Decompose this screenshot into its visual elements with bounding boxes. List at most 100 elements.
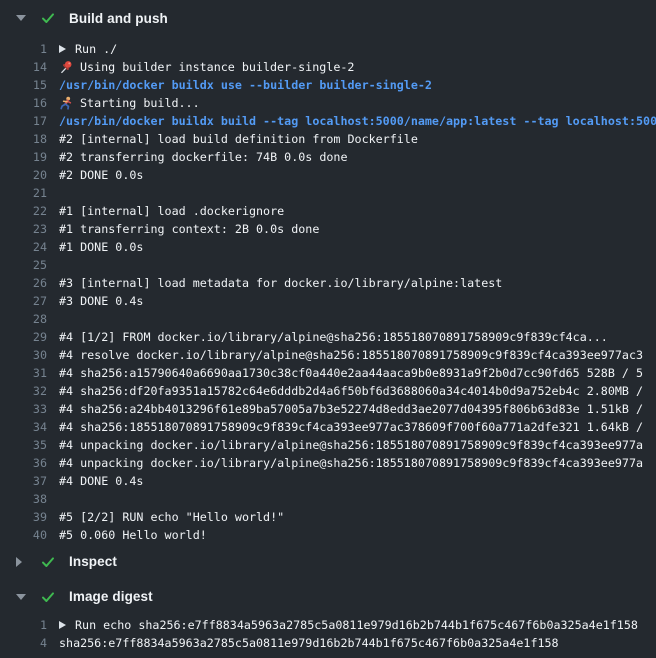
line-number: 27	[0, 294, 47, 308]
log-text: #4 unpacking docker.io/library/alpine@sh…	[59, 438, 643, 452]
log-line: 33 #4 sha256:a24bb4013296f61e89ba57005a7…	[0, 400, 656, 418]
line-number: 40	[0, 528, 47, 542]
log-line: 36 #4 unpacking docker.io/library/alpine…	[0, 454, 656, 472]
line-number: 31	[0, 366, 47, 380]
line-number: 24	[0, 240, 47, 254]
line-number: 36	[0, 456, 47, 470]
log-line: 14 Using builder instance builder-single…	[0, 58, 656, 76]
run-group-triangle-icon	[59, 621, 66, 629]
log-text: #2 DONE 0.0s	[59, 168, 143, 182]
log-section: Inspect	[0, 544, 656, 579]
log-line[interactable]: 1 Run ./	[0, 40, 656, 58]
log-text: #4 sha256:df20fa9351a15782c64e6dddb2d4a6…	[59, 384, 643, 398]
log-line: 20 #2 DONE 0.0s	[0, 166, 656, 184]
log-line: 16 Starting build...	[0, 94, 656, 112]
log-line: 21	[0, 184, 656, 202]
line-number: 39	[0, 510, 47, 524]
line-number: 32	[0, 384, 47, 398]
log-text: #4 DONE 0.4s	[59, 474, 143, 488]
log-line: 29 #4 [1/2] FROM docker.io/library/alpin…	[0, 328, 656, 346]
log-text: Starting build...	[80, 96, 200, 110]
log-text: /usr/bin/docker buildx use --builder bui…	[59, 78, 432, 92]
log-text: #3 [internal] load metadata for docker.i…	[59, 276, 502, 290]
log-text: #2 [internal] load build definition from…	[59, 132, 418, 146]
line-number: 34	[0, 420, 47, 434]
log-text: #5 0.060 Hello world!	[59, 528, 207, 542]
line-number: 37	[0, 474, 47, 488]
section-header-build-and-push[interactable]: Build and push	[0, 0, 656, 36]
line-number: 16	[0, 96, 47, 110]
chevron-right-icon	[16, 557, 28, 567]
line-number: 20	[0, 168, 47, 182]
log-text: /usr/bin/docker buildx build --tag local…	[59, 114, 656, 128]
log-text: Using builder instance builder-single-2	[80, 60, 354, 74]
log-line: 24 #1 DONE 0.0s	[0, 238, 656, 256]
log-line: 18 #2 [internal] load build definition f…	[0, 130, 656, 148]
log-text: #4 sha256:185518070891758909c9f839cf4ca3…	[59, 420, 643, 434]
log-line: 15 /usr/bin/docker buildx use --builder …	[0, 76, 656, 94]
log-text: #1 [internal] load .dockerignore	[59, 204, 284, 218]
log-section: Image digest 1 Run echo sha256:e7ff8834a…	[0, 579, 656, 652]
section-title: Build and push	[69, 11, 168, 26]
section-header-image-digest[interactable]: Image digest	[0, 579, 656, 614]
section-body: 1 Run echo sha256:e7ff8834a5963a2785c5a0…	[0, 614, 656, 652]
line-number: 17	[0, 114, 47, 128]
section-title: Image digest	[69, 589, 153, 604]
log-text: #4 sha256:a24bb4013296f61e89ba57005a7b3e…	[59, 402, 643, 416]
log-line: 28	[0, 310, 656, 328]
line-number: 28	[0, 312, 47, 326]
log-text: #5 [2/2] RUN echo "Hello world!"	[59, 510, 284, 524]
log-line: 30 #4 resolve docker.io/library/alpine@s…	[0, 346, 656, 364]
log-line[interactable]: 1 Run echo sha256:e7ff8834a5963a2785c5a0…	[0, 616, 656, 634]
log-line: 22 #1 [internal] load .dockerignore	[0, 202, 656, 220]
run-group-triangle-icon	[59, 45, 66, 53]
log-text: #3 DONE 0.4s	[59, 294, 143, 308]
section-title: Inspect	[69, 554, 117, 569]
log-text: Run echo sha256:e7ff8834a5963a2785c5a081…	[75, 618, 638, 632]
log-line: 40 #5 0.060 Hello world!	[0, 526, 656, 544]
log-line: 17 /usr/bin/docker buildx build --tag lo…	[0, 112, 656, 130]
log-text: sha256:e7ff8834a5963a2785c5a0811e979d16b…	[59, 636, 559, 650]
log-line: 32 #4 sha256:df20fa9351a15782c64e6dddb2d…	[0, 382, 656, 400]
log-line: 39 #5 [2/2] RUN echo "Hello world!"	[0, 508, 656, 526]
chevron-down-icon	[16, 15, 28, 21]
check-icon	[40, 10, 56, 26]
log-text: #2 transferring dockerfile: 74B 0.0s don…	[59, 150, 348, 164]
log-line: 19 #2 transferring dockerfile: 74B 0.0s …	[0, 148, 656, 166]
log-line: 27 #3 DONE 0.4s	[0, 292, 656, 310]
log-line: 31 #4 sha256:a15790640a6690aa1730c38cf0a…	[0, 364, 656, 382]
log-line: 4 sha256:e7ff8834a5963a2785c5a0811e979d1…	[0, 634, 656, 652]
line-number: 18	[0, 132, 47, 146]
line-number: 22	[0, 204, 47, 218]
line-number: 4	[0, 636, 47, 650]
section-header-inspect[interactable]: Inspect	[0, 544, 656, 579]
line-number: 1	[0, 618, 47, 632]
chevron-down-icon	[16, 594, 28, 600]
line-number: 35	[0, 438, 47, 452]
log-line: 23 #1 transferring context: 2B 0.0s done	[0, 220, 656, 238]
log-text: Run ./	[75, 42, 117, 56]
line-number: 23	[0, 222, 47, 236]
section-body: 1 Run ./ 14 Using builder instance build…	[0, 36, 656, 544]
log-text: #1 DONE 0.0s	[59, 240, 143, 254]
line-number: 26	[0, 276, 47, 290]
check-icon	[40, 589, 56, 605]
log-line: 35 #4 unpacking docker.io/library/alpine…	[0, 436, 656, 454]
log-line: 38	[0, 490, 656, 508]
log-text: #4 unpacking docker.io/library/alpine@sh…	[59, 456, 643, 470]
line-number: 38	[0, 492, 47, 506]
line-number: 14	[0, 60, 47, 74]
line-number: 21	[0, 186, 47, 200]
runner-icon	[59, 96, 73, 110]
log-text: #1 transferring context: 2B 0.0s done	[59, 222, 319, 236]
log-text: #4 sha256:a15790640a6690aa1730c38cf0a440…	[59, 366, 643, 380]
log-line: 26 #3 [internal] load metadata for docke…	[0, 274, 656, 292]
pushpin-icon	[59, 60, 73, 74]
log-text: #4 resolve docker.io/library/alpine@sha2…	[59, 348, 643, 362]
line-number: 15	[0, 78, 47, 92]
log-line: 37 #4 DONE 0.4s	[0, 472, 656, 490]
log-line: 34 #4 sha256:185518070891758909c9f839cf4…	[0, 418, 656, 436]
line-number: 33	[0, 402, 47, 416]
line-number: 1	[0, 42, 47, 56]
line-number: 29	[0, 330, 47, 344]
